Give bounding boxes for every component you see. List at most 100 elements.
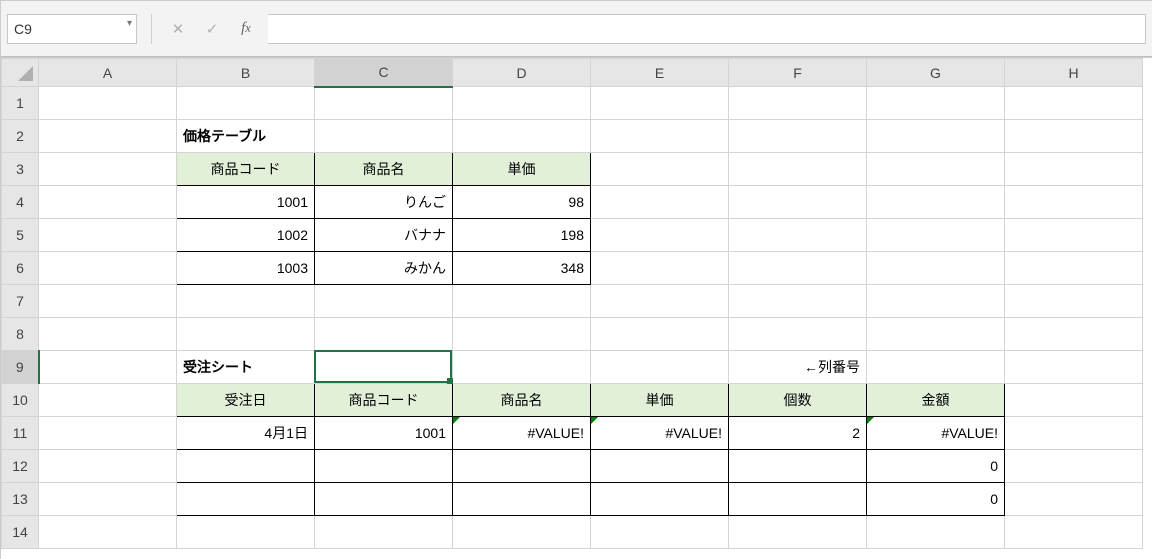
col-header-C[interactable]: C xyxy=(315,59,453,87)
order-header-qty[interactable]: 個数 xyxy=(729,384,867,417)
column-number-note[interactable]: ←列番号 xyxy=(729,351,867,384)
cell-E6[interactable] xyxy=(591,252,729,285)
cell-B1[interactable] xyxy=(177,87,315,120)
cell-H2[interactable] xyxy=(1005,120,1143,153)
name-box-dropdown-icon[interactable]: ▾ xyxy=(127,18,132,29)
cell-G14[interactable] xyxy=(867,516,1005,549)
price-header-price[interactable]: 単価 xyxy=(453,153,591,186)
order-header-code[interactable]: 商品コード xyxy=(315,384,453,417)
order-header-name[interactable]: 商品名 xyxy=(453,384,591,417)
price-header-code[interactable]: 商品コード xyxy=(177,153,315,186)
cell-G4[interactable] xyxy=(867,186,1005,219)
cell-A7[interactable] xyxy=(39,285,177,318)
cell-F5[interactable] xyxy=(729,219,867,252)
insert-function-button[interactable]: fx xyxy=(234,14,258,44)
cell-F8[interactable] xyxy=(729,318,867,351)
cell-D1[interactable] xyxy=(453,87,591,120)
cell-C9[interactable] xyxy=(315,351,453,384)
price-row1-name[interactable]: バナナ xyxy=(315,219,453,252)
order-row2-qty[interactable] xyxy=(729,483,867,516)
row-header-9[interactable]: 9 xyxy=(2,351,39,384)
cell-C8[interactable] xyxy=(315,318,453,351)
cell-H7[interactable] xyxy=(1005,285,1143,318)
cell-G8[interactable] xyxy=(867,318,1005,351)
order-row2-date[interactable] xyxy=(177,483,315,516)
order-row1-amount[interactable]: 0 xyxy=(867,450,1005,483)
cell-F1[interactable] xyxy=(729,87,867,120)
cell-H6[interactable] xyxy=(1005,252,1143,285)
order-row2-code[interactable] xyxy=(315,483,453,516)
cell-G1[interactable] xyxy=(867,87,1005,120)
price-row0-name[interactable]: りんご xyxy=(315,186,453,219)
row-header-8[interactable]: 8 xyxy=(2,318,39,351)
cell-D9[interactable] xyxy=(453,351,591,384)
order-row0-name[interactable]: #VALUE! xyxy=(453,417,591,450)
price-header-name[interactable]: 商品名 xyxy=(315,153,453,186)
col-header-E[interactable]: E xyxy=(591,59,729,87)
cell-G5[interactable] xyxy=(867,219,1005,252)
cell-B7[interactable] xyxy=(177,285,315,318)
order-row1-price[interactable] xyxy=(591,450,729,483)
cell-G2[interactable] xyxy=(867,120,1005,153)
row-header-11[interactable]: 11 xyxy=(2,417,39,450)
row-header-1[interactable]: 1 xyxy=(2,87,39,120)
order-row2-price[interactable] xyxy=(591,483,729,516)
cell-A8[interactable] xyxy=(39,318,177,351)
price-table-title[interactable]: 価格テーブル xyxy=(177,120,315,153)
price-row0-price[interactable]: 98 xyxy=(453,186,591,219)
cell-B14[interactable] xyxy=(177,516,315,549)
order-header-date[interactable]: 受注日 xyxy=(177,384,315,417)
order-header-amount[interactable]: 金額 xyxy=(867,384,1005,417)
cell-D8[interactable] xyxy=(453,318,591,351)
cell-A11[interactable] xyxy=(39,417,177,450)
cell-A12[interactable] xyxy=(39,450,177,483)
order-row0-amount[interactable]: #VALUE! xyxy=(867,417,1005,450)
row-header-3[interactable]: 3 xyxy=(2,153,39,186)
cell-E7[interactable] xyxy=(591,285,729,318)
col-header-H[interactable]: H xyxy=(1005,59,1143,87)
cell-A5[interactable] xyxy=(39,219,177,252)
order-row2-amount[interactable]: 0 xyxy=(867,483,1005,516)
cell-E14[interactable] xyxy=(591,516,729,549)
cell-E5[interactable] xyxy=(591,219,729,252)
row-header-2[interactable]: 2 xyxy=(2,120,39,153)
cell-A3[interactable] xyxy=(39,153,177,186)
cell-G9[interactable] xyxy=(867,351,1005,384)
cell-D2[interactable] xyxy=(453,120,591,153)
col-header-F[interactable]: F xyxy=(729,59,867,87)
cell-H1[interactable] xyxy=(1005,87,1143,120)
cell-A6[interactable] xyxy=(39,252,177,285)
cell-H5[interactable] xyxy=(1005,219,1143,252)
cell-D7[interactable] xyxy=(453,285,591,318)
cell-E8[interactable] xyxy=(591,318,729,351)
col-header-D[interactable]: D xyxy=(453,59,591,87)
price-row1-code[interactable]: 1002 xyxy=(177,219,315,252)
cell-A4[interactable] xyxy=(39,186,177,219)
cell-H8[interactable] xyxy=(1005,318,1143,351)
order-row1-qty[interactable] xyxy=(729,450,867,483)
cell-F4[interactable] xyxy=(729,186,867,219)
cell-G3[interactable] xyxy=(867,153,1005,186)
order-row1-date[interactable] xyxy=(177,450,315,483)
cell-F6[interactable] xyxy=(729,252,867,285)
cell-D14[interactable] xyxy=(453,516,591,549)
row-header-5[interactable]: 5 xyxy=(2,219,39,252)
cell-A10[interactable] xyxy=(39,384,177,417)
price-row2-name[interactable]: みかん xyxy=(315,252,453,285)
cell-A9[interactable] xyxy=(39,351,177,384)
order-row1-code[interactable] xyxy=(315,450,453,483)
cell-H9[interactable] xyxy=(1005,351,1143,384)
cell-H13[interactable] xyxy=(1005,483,1143,516)
order-row0-date[interactable]: 4月1日 xyxy=(177,417,315,450)
cell-C1[interactable] xyxy=(315,87,453,120)
cell-H3[interactable] xyxy=(1005,153,1143,186)
cell-B8[interactable] xyxy=(177,318,315,351)
cell-G6[interactable] xyxy=(867,252,1005,285)
cell-A14[interactable] xyxy=(39,516,177,549)
price-row2-code[interactable]: 1003 xyxy=(177,252,315,285)
row-header-10[interactable]: 10 xyxy=(2,384,39,417)
row-header-7[interactable]: 7 xyxy=(2,285,39,318)
cell-E9[interactable] xyxy=(591,351,729,384)
name-box[interactable]: C9 ▾ xyxy=(7,14,137,44)
cell-C2[interactable] xyxy=(315,120,453,153)
